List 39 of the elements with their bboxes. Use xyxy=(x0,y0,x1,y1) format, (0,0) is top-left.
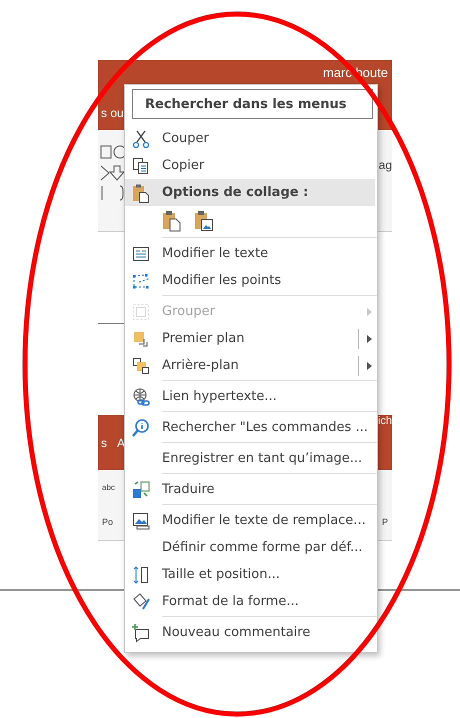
comment-icon xyxy=(131,622,151,642)
menu-item[interactable]: Rechercher "Les commandes ... xyxy=(125,410,377,441)
paste-icon[interactable] xyxy=(162,210,182,232)
ribbon-label: abc xyxy=(102,482,115,492)
ribbon-label: ag xyxy=(378,157,392,174)
size-position-icon xyxy=(131,564,151,584)
menu-item[interactable]: Traduire xyxy=(125,472,377,503)
menu-item[interactable]: Lien hypertexte... xyxy=(125,379,377,410)
copy-icon xyxy=(131,156,151,176)
menu-item[interactable]: Taille et position... xyxy=(125,561,377,588)
clipboard-icon xyxy=(131,182,151,202)
menu-item[interactable]: Copier xyxy=(125,152,377,179)
ribbon-tab[interactable]: s xyxy=(101,436,107,450)
group-label: P xyxy=(382,517,388,528)
group-icon xyxy=(131,302,151,322)
send-backward-icon xyxy=(131,356,151,376)
menu-item[interactable]: Enregistrer en tant qu’image... xyxy=(125,441,377,472)
image-icon xyxy=(131,510,151,530)
menu-item[interactable]: Format de la forme... xyxy=(125,588,377,615)
menu-item[interactable]: Définir comme forme par déf... xyxy=(125,534,377,561)
search-field[interactable]: Rechercher dans les menus xyxy=(132,89,373,119)
menu-item[interactable]: Modifier le texte xyxy=(125,236,377,267)
menu-item[interactable]: Nouveau commentaire xyxy=(125,615,377,646)
ribbon-tab[interactable]: ich xyxy=(378,415,392,427)
menu-item[interactable]: Arrière-plan xyxy=(125,352,377,379)
search-info-icon xyxy=(131,418,151,438)
scissors-icon xyxy=(131,128,151,148)
paste-picture-icon[interactable] xyxy=(194,210,214,232)
menu-item[interactable]: Modifier les points xyxy=(125,267,377,294)
menu-section-header: Options de collage : xyxy=(125,179,375,206)
ribbon-tab[interactable]: s ou xyxy=(101,106,124,120)
group-label: Po xyxy=(102,517,114,528)
menu-item[interactable]: Premier plan xyxy=(125,325,377,352)
submenu-arrow-icon xyxy=(367,362,373,370)
globe-link-icon xyxy=(131,386,151,406)
submenu-arrow-icon xyxy=(367,308,373,316)
submenu-arrow-icon xyxy=(367,334,373,342)
menu-item[interactable]: Couper xyxy=(125,125,377,152)
menu-item[interactable]: Modifier le texte de remplace... xyxy=(125,503,377,534)
